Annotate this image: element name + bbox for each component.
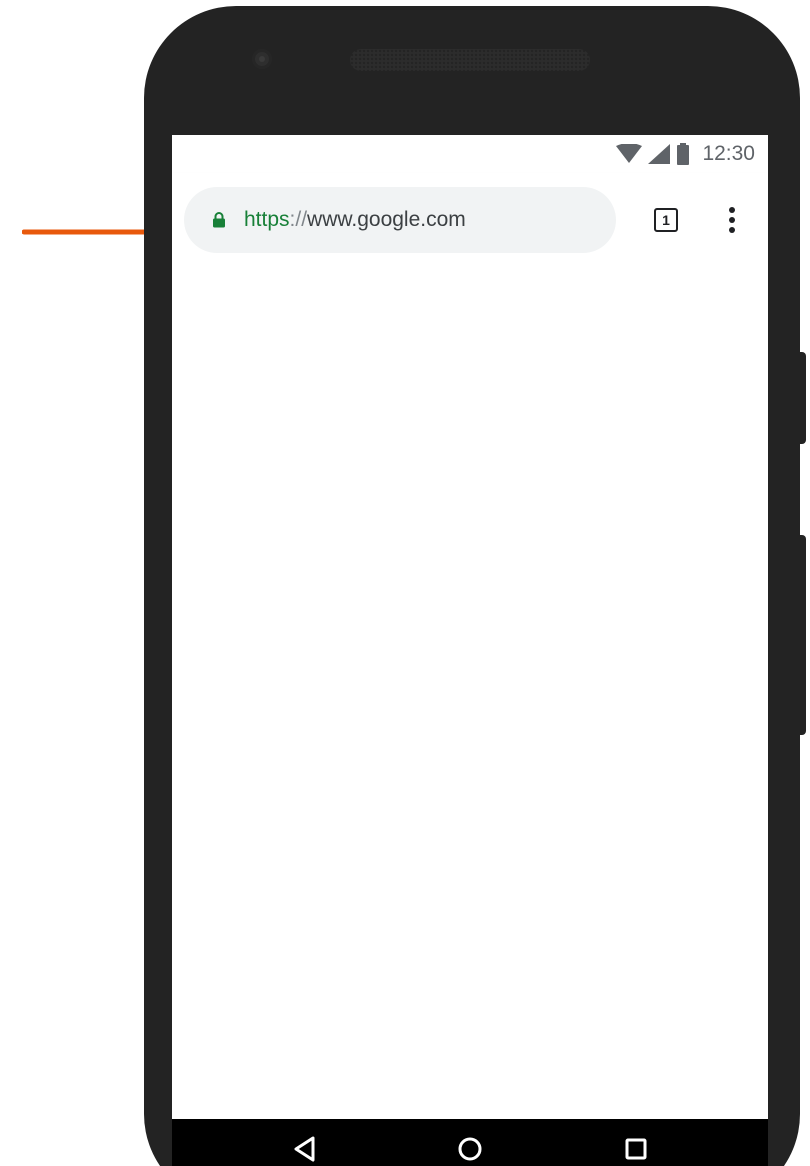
url-host: www.google.com xyxy=(307,208,466,231)
url-text[interactable]: https://www.google.com xyxy=(244,208,466,232)
url-separator: :// xyxy=(289,208,308,231)
status-icons: 12:30 xyxy=(616,142,755,166)
back-icon xyxy=(294,1136,315,1162)
menu-dot-icon xyxy=(729,207,735,213)
browser-toolbar: https://www.google.com 1 xyxy=(172,173,768,265)
home-icon xyxy=(458,1137,482,1161)
battery-icon xyxy=(677,143,690,165)
address-bar[interactable]: https://www.google.com xyxy=(184,187,616,253)
status-bar: 12:30 xyxy=(172,135,768,173)
home-button[interactable] xyxy=(440,1119,500,1166)
lock-icon[interactable] xyxy=(208,209,230,231)
cell-signal-icon xyxy=(648,144,671,164)
menu-dot-icon xyxy=(729,227,735,233)
tab-switcher-button[interactable]: 1 xyxy=(646,200,686,240)
front-camera-icon xyxy=(252,49,272,69)
page-content[interactable] xyxy=(172,265,768,1125)
wifi-icon xyxy=(616,144,643,163)
tab-switcher-icon: 1 xyxy=(654,208,678,232)
status-time: 12:30 xyxy=(702,142,755,165)
url-scheme: https xyxy=(244,208,290,231)
recents-icon xyxy=(625,1138,647,1160)
earpiece-speaker xyxy=(350,49,590,71)
stage: 12:30 https://www.google.com 1 xyxy=(0,0,810,1166)
recents-button[interactable] xyxy=(606,1119,666,1166)
back-button[interactable] xyxy=(274,1119,334,1166)
navigation-bar xyxy=(172,1119,768,1166)
phone-screen: 12:30 https://www.google.com 1 xyxy=(172,135,768,1166)
menu-dot-icon xyxy=(729,217,735,223)
overflow-menu-button[interactable] xyxy=(712,198,752,242)
